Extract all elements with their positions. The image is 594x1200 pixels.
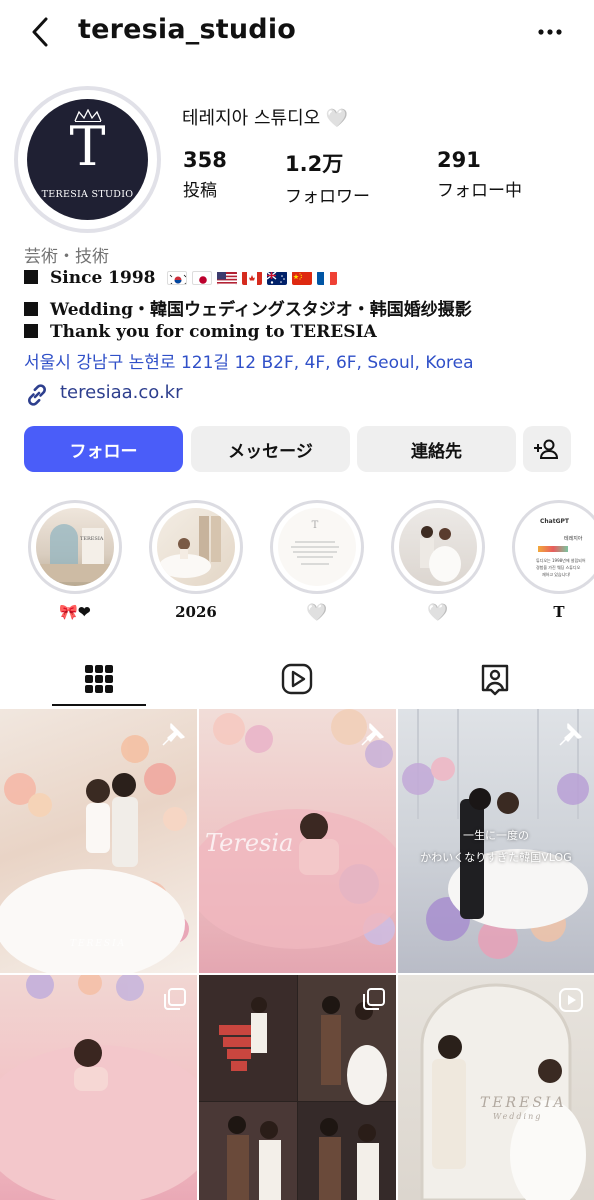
carousel-icon	[363, 988, 385, 1010]
highlight-3-caption: 🤍	[306, 603, 328, 623]
carousel-icon	[164, 988, 186, 1010]
stat-following-value: 291	[437, 148, 481, 172]
post-tile[interactable]: TERESIA Wedding	[398, 975, 594, 1200]
flag-fr-icon	[317, 271, 338, 285]
profile-category: 芸術・技術	[24, 247, 109, 267]
post-image-couple-flowers	[0, 735, 189, 973]
back-arrow-icon[interactable]	[26, 14, 56, 50]
highlight-4-caption: 🤍	[427, 603, 449, 623]
post-tile[interactable]	[0, 975, 197, 1200]
tab-posts-grid[interactable]	[0, 650, 198, 708]
reels-icon	[281, 663, 313, 695]
post-tile[interactable]: Teresia	[199, 709, 396, 973]
avatar-logo: T TERESIA STUDIO	[27, 99, 148, 220]
flag-jp-icon	[192, 271, 213, 285]
highlight-5-line-2: 경험을 가진 웨딩 스튜디오	[536, 565, 581, 570]
stat-posts[interactable]: 358 投稿	[183, 148, 227, 201]
profile-username: teresia_studio	[78, 14, 297, 45]
post-overlay-line-1: 一生に一度の	[463, 829, 529, 842]
svg-text:T: T	[312, 520, 319, 531]
more-options-icon[interactable]	[532, 14, 568, 50]
tab-tagged[interactable]	[396, 650, 594, 708]
pin-icon	[559, 723, 582, 746]
website-text: teresiaa.co.kr	[60, 382, 183, 403]
square-bullet-icon	[24, 302, 38, 316]
pin-icon	[162, 723, 185, 746]
notice-card-image: T	[291, 520, 339, 565]
flag-cn-icon	[292, 271, 313, 285]
highlight-5-sub: 테레지아	[564, 536, 583, 542]
active-tab-indicator	[52, 704, 146, 706]
highlight-2-thumbnail	[157, 508, 235, 586]
bio-line-3: Thank you for coming to TERESIA	[24, 322, 377, 342]
highlight-2[interactable]: 2026	[149, 500, 243, 623]
highlight-5[interactable]: ChatGPT 테레지아 튜디오는 1998년에 설립되어 경험을 가진 웨딩 …	[512, 500, 594, 623]
highlight-1[interactable]: TERESIA 🎀❤	[28, 500, 122, 623]
stat-following-label: フォロー中	[437, 181, 522, 201]
highlight-4[interactable]: 🤍	[391, 500, 485, 623]
profile-tabs	[0, 650, 594, 708]
highlight-5-title: ChatGPT	[540, 518, 570, 525]
highlight-5-caption: T	[553, 603, 565, 621]
flag-kr-icon	[167, 271, 188, 285]
flag-row	[167, 271, 338, 285]
suggest-people-button[interactable]	[523, 426, 571, 472]
tab-reels[interactable]	[198, 650, 396, 708]
bride-seated-image	[159, 516, 221, 578]
tagged-person-icon	[481, 664, 509, 696]
flag-us-icon	[217, 271, 238, 285]
profile-address[interactable]: 서울시 강남구 논현로 121길 12 B2F, 4F, 6F, Seoul, …	[24, 348, 474, 373]
post-watermark-sub: Wedding	[493, 1112, 543, 1121]
stat-posts-label: 投稿	[183, 181, 217, 201]
post-watermark: Teresia	[205, 829, 294, 857]
profile-avatar[interactable]: T TERESIA STUDIO	[14, 86, 161, 233]
highlight-3-thumbnail: T	[278, 508, 356, 586]
highlight-2-caption: 2026	[175, 603, 217, 621]
bio-line-1: Since 1998	[24, 268, 338, 288]
post-tile[interactable]: 一生に一度の かわいくなりすぎた韓国VLOG	[398, 709, 594, 973]
square-bullet-icon	[24, 324, 38, 338]
highlight-5-line-1: 튜디오는 1998년에 설립되어	[536, 558, 586, 563]
link-icon	[28, 384, 46, 406]
highlight-5-line-3: 재하고 있습니다!	[542, 572, 571, 577]
top-bar: teresia_studio	[0, 0, 594, 66]
flag-ca-icon	[242, 271, 263, 285]
avatar-monogram: T	[69, 115, 106, 178]
highlight-1-thumbnail: TERESIA	[36, 508, 114, 586]
post-tile[interactable]	[199, 975, 396, 1200]
avatar-studio-text: TERESIA STUDIO	[41, 189, 134, 200]
bio-line-3-text: Thank you for coming to TERESIA	[50, 322, 377, 342]
stat-following[interactable]: 291 フォロー中	[437, 148, 522, 201]
reel-play-icon	[559, 988, 583, 1012]
highlight-1-label: TERESIA	[80, 536, 104, 542]
flag-au-icon	[267, 271, 288, 285]
highlight-5-image-strip	[538, 546, 568, 552]
bio-line-1-text: Since 1998	[50, 268, 156, 288]
studio-entrance-image	[36, 524, 110, 582]
stat-followers-value: 1.2万	[285, 152, 344, 176]
square-bullet-icon	[24, 270, 38, 284]
highlight-1-caption: 🎀❤	[59, 603, 91, 621]
stat-followers[interactable]: 1.2万 フォロワー	[285, 148, 370, 207]
stat-posts-value: 358	[183, 148, 227, 172]
pin-icon	[361, 723, 384, 746]
follow-button[interactable]: フォロー	[24, 426, 183, 472]
post-watermark: TERESIA	[70, 939, 127, 949]
contact-button[interactable]: 連絡先	[357, 426, 516, 472]
message-button[interactable]: メッセージ	[191, 426, 350, 472]
couple-portrait-image	[420, 526, 461, 582]
highlight-4-thumbnail	[399, 508, 477, 586]
bio-line-2: Wedding・韓国ウェディングスタジオ・韩国婚纱摄影	[24, 295, 472, 320]
grid-icon	[85, 665, 113, 693]
add-person-icon	[534, 439, 559, 459]
post-watermark: TERESIA	[480, 1095, 567, 1111]
post-overlay-line-2: かわいくなりすぎた韓国VLOG	[420, 851, 572, 864]
display-name: 테레지아 스튜디오 🤍	[182, 108, 349, 129]
post-tile[interactable]: TERESIA	[0, 709, 197, 973]
stat-followers-label: フォロワー	[285, 187, 370, 207]
bio-line-2-text: Wedding・韓国ウェディングスタジオ・韩国婚纱摄影	[50, 300, 472, 320]
highlight-5-thumbnail: ChatGPT 테레지아 튜디오는 1998년에 설립되어 경험을 가진 웨딩 …	[520, 508, 594, 586]
highlight-3[interactable]: T 🤍	[270, 500, 364, 623]
